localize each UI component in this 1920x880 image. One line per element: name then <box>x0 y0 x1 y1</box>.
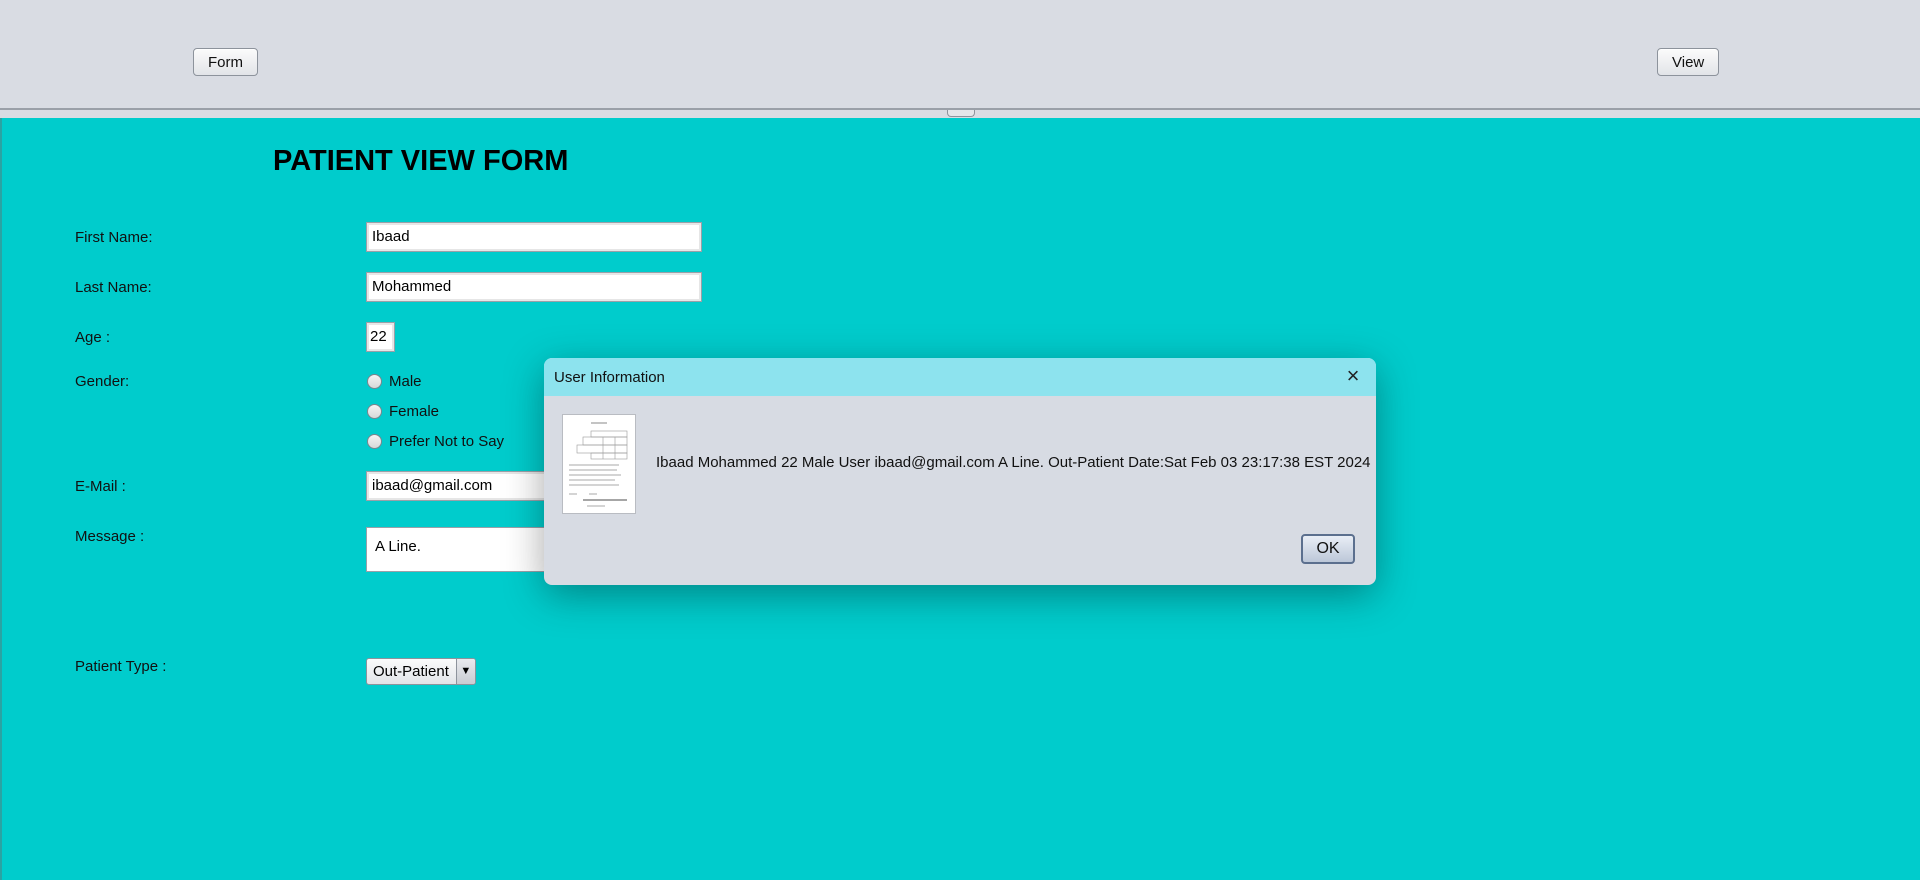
radio-label: Prefer Not to Say <box>389 433 505 450</box>
view-button[interactable]: View <box>1657 48 1719 76</box>
gender-radio-female[interactable]: Female <box>367 403 439 420</box>
radio-button[interactable] <box>367 374 382 389</box>
close-icon[interactable]: × <box>1342 365 1364 388</box>
document-thumbnail-icon <box>562 414 636 514</box>
radio-label: Female <box>389 403 440 420</box>
first-name-field[interactable]: Ibaad <box>366 222 702 252</box>
message-label: Message : <box>75 528 145 545</box>
form-button[interactable]: Form <box>193 48 258 76</box>
gender-label: Gender: <box>75 373 130 390</box>
patient-type-select[interactable]: Out-Patient ▼ <box>366 658 476 685</box>
page-title: PATIENT VIEW FORM <box>273 145 569 177</box>
patient-type-label: Patient Type : <box>75 658 167 675</box>
user-information-dialog: User Information × Ibaad Mohammed 22 Mal… <box>544 358 1376 585</box>
last-name-field[interactable]: Mohammed <box>366 272 702 302</box>
patient-type-value: Out-Patient <box>373 663 449 680</box>
splitter-handle[interactable] <box>947 110 975 117</box>
dialog-title: User Information <box>554 368 665 386</box>
radio-button[interactable] <box>367 404 382 419</box>
radio-label: Male <box>389 373 422 390</box>
gender-radio-male[interactable]: Male <box>367 373 422 390</box>
gender-radio-prefer-not[interactable]: Prefer Not to Say <box>367 433 504 450</box>
email-label: E-Mail : <box>75 478 126 495</box>
ok-button[interactable]: OK <box>1301 534 1355 564</box>
dialog-message: Ibaad Mohammed 22 Male User ibaad@gmail.… <box>656 454 1371 471</box>
radio-button[interactable] <box>367 434 382 449</box>
age-label: Age : <box>75 329 111 346</box>
last-name-label: Last Name: <box>75 279 152 296</box>
top-toolbar: Form View <box>0 0 1920 110</box>
dialog-titlebar[interactable]: User Information × <box>544 358 1376 396</box>
age-field[interactable]: 22 <box>366 322 395 352</box>
first-name-label: First Name: <box>75 229 153 246</box>
chevron-down-icon[interactable]: ▼ <box>455 659 475 684</box>
